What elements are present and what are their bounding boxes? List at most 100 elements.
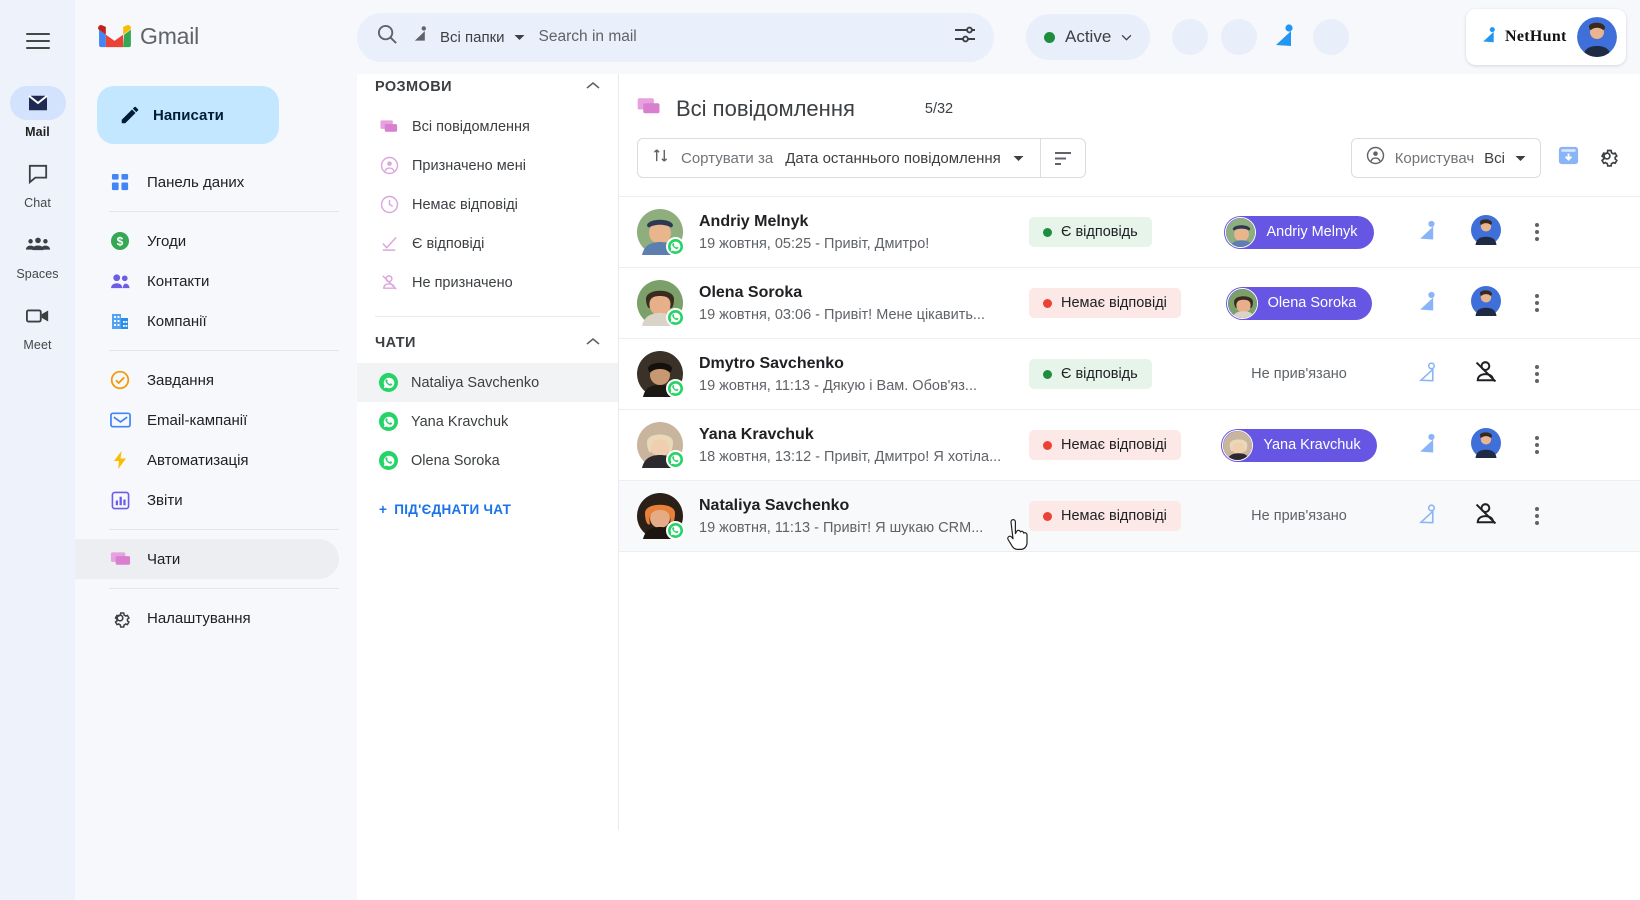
assignee-avatar[interactable] [1471, 214, 1501, 250]
crm-item-has-reply[interactable]: Є відповіді [357, 224, 618, 263]
unassigned-person-icon[interactable] [1473, 501, 1499, 532]
message-list: Andriy Melnyk 19 жовтня, 05:25 - Привіт,… [619, 196, 1640, 552]
hamburger-icon[interactable] [15, 18, 61, 64]
unlinked-label: Не прив'язано [1251, 508, 1347, 524]
rail-item-meet[interactable]: Meet [0, 299, 75, 352]
main-header: Всі повідомлення 5/32 [619, 74, 1640, 122]
user-filter-dropdown[interactable]: Користувач Всі [1350, 138, 1541, 178]
sidebar-label-automation: Автоматизація [147, 451, 249, 469]
more-vertical-icon[interactable] [1535, 436, 1539, 454]
nethunt-linked-icon[interactable] [1415, 288, 1441, 319]
search-icon [377, 24, 398, 50]
dashboard-icon [109, 171, 131, 193]
header-placeholder-icon-1[interactable] [1172, 19, 1209, 55]
user-circle-icon [1366, 146, 1385, 170]
tasks-check-icon [109, 369, 131, 391]
crm-label-has-reply: Є відповіді [412, 235, 485, 252]
message-preview: 19 жовтня, 03:06 - Привіт! Мене цікавить… [699, 306, 985, 323]
contact-chip[interactable]: Olena Soroka [1225, 286, 1373, 320]
search-options-icon[interactable] [954, 25, 976, 50]
table-row[interactable]: Nataliya Savchenko 19 жовтня, 11:13 - Пр… [619, 481, 1640, 552]
sidebar-item-reports[interactable]: Звіти [75, 480, 339, 520]
search-folder-selector[interactable]: Всі папки [412, 25, 525, 49]
contact-chip-label: Andriy Melnyk [1266, 224, 1358, 240]
status-badge: Немає відповіді [1029, 288, 1181, 318]
spaces-icon [10, 228, 66, 262]
crm-chat-nataliya-savchenko[interactable]: Nataliya Savchenko [357, 363, 618, 402]
crm-item-all-messages[interactable]: Всі повідомлення [357, 107, 618, 146]
crm-item-no-reply[interactable]: Немає відповіді [357, 185, 618, 224]
crm-section-chats-header[interactable]: ЧАТИ [375, 317, 600, 363]
crm-section-title-conversations: РОЗМОВИ [375, 79, 452, 95]
assignee-avatar[interactable] [1471, 427, 1501, 463]
table-row[interactable]: Yana Kravchuk 18 жовтня, 13:12 - Привіт,… [619, 410, 1640, 481]
sidebar-label-contacts: Контакти [147, 272, 210, 290]
nav-divider-4 [109, 588, 339, 589]
sidebar-item-settings[interactable]: Налаштування [75, 598, 339, 638]
more-vertical-icon[interactable] [1535, 294, 1539, 312]
assignee-avatar[interactable] [1471, 285, 1501, 321]
more-vertical-icon[interactable] [1535, 223, 1539, 241]
table-row[interactable]: Andriy Melnyk 19 жовтня, 05:25 - Привіт,… [619, 197, 1640, 268]
nethunt-linked-icon[interactable] [1415, 430, 1441, 461]
crm-chat-olena-soroka[interactable]: Olena Soroka [357, 441, 618, 480]
crm-label-unassigned: Не призначено [412, 274, 513, 291]
sidebar-item-tasks[interactable]: Завдання [75, 360, 339, 400]
nav-divider-2 [109, 350, 339, 351]
table-row[interactable]: Olena Soroka 19 жовтня, 03:06 - Привіт! … [619, 268, 1640, 339]
gmail-brand[interactable]: Gmail [75, 0, 357, 72]
archive-download-icon[interactable] [1557, 144, 1580, 172]
sort-descending-icon[interactable] [1041, 139, 1085, 177]
status-badge[interactable]: Active [1026, 14, 1151, 60]
status-badge: Немає відповіді [1029, 430, 1181, 460]
app-root: Mail Chat Spaces Meet Gmail Написати Пан… [0, 0, 1640, 900]
rail-item-chat[interactable]: Chat [0, 157, 75, 210]
status-label: Немає відповіді [1061, 295, 1167, 311]
sidebar-item-deals[interactable]: $ Угоди [75, 221, 339, 261]
crm-chat-yana-kravchuk[interactable]: Yana Kravchuk [357, 402, 618, 441]
nethunt-unlinked-icon[interactable] [1415, 359, 1441, 390]
compose-button[interactable]: Написати [97, 86, 279, 144]
unassigned-person-icon[interactable] [1473, 359, 1499, 390]
status-dot-icon [1043, 298, 1052, 308]
header-placeholder-icon-2[interactable] [1221, 19, 1258, 55]
sidebar-item-contacts[interactable]: Контакти [75, 261, 339, 301]
all-messages-icon-title [637, 97, 662, 122]
nethunt-linked-icon[interactable] [1415, 217, 1441, 248]
status-column: Немає відповіді [1029, 501, 1199, 531]
search-folder-label: Всі папки [440, 28, 505, 46]
crm-item-assigned-to-me[interactable]: Призначено мені [357, 146, 618, 185]
status-label: Є відповідь [1061, 224, 1138, 240]
chevron-up-icon-chats[interactable] [586, 337, 600, 349]
table-row[interactable]: Dmytro Savchenko 19 жовтня, 11:13 - Дяку… [619, 339, 1640, 410]
sidebar-item-chats[interactable]: Чати [75, 539, 339, 579]
connect-chat-button[interactable]: + ПІД'ЄДНАТИ ЧАТ [375, 480, 600, 517]
sidebar-item-automation[interactable]: Автоматизація [75, 440, 339, 480]
search-input[interactable]: Всі папки Search in mail [357, 12, 994, 62]
avatar[interactable] [1577, 17, 1617, 57]
nethunt-logo-icon[interactable] [1270, 20, 1300, 55]
sidebar-item-dashboard[interactable]: Панель даних [75, 162, 339, 202]
gear-icon[interactable] [1596, 145, 1618, 172]
contact-chip[interactable]: Yana Kravchuk [1221, 428, 1377, 462]
crm-item-unassigned[interactable]: Не призначено [357, 263, 618, 302]
message-preview: 19 жовтня, 11:13 - Привіт! Я шукаю CRM..… [699, 519, 984, 536]
sidebar-item-email-campaigns[interactable]: Email-кампанії [75, 400, 339, 440]
gmail-nav: Gmail Написати Панель даних $ Угоди Конт… [75, 0, 357, 900]
more-vertical-icon[interactable] [1535, 507, 1539, 525]
status-dot-icon [1043, 369, 1052, 379]
header-placeholder-icon-3[interactable] [1313, 19, 1350, 55]
sort-dropdown[interactable]: Сортувати за Дата останнього повідомленн… [638, 139, 1040, 177]
rail-item-mail[interactable]: Mail [0, 86, 75, 139]
rail-item-spaces[interactable]: Spaces [0, 228, 75, 281]
rail-item-list: Mail Chat Spaces Meet [0, 86, 75, 352]
sidebar-item-companies[interactable]: Компанії [75, 301, 339, 341]
status-column: Немає відповіді [1029, 430, 1199, 460]
contact-name: Nataliya Savchenko [699, 496, 850, 514]
contact-chip[interactable]: Andriy Melnyk [1224, 215, 1374, 249]
chevron-up-icon[interactable] [586, 81, 600, 93]
more-vertical-icon[interactable] [1535, 365, 1539, 383]
brand-name: NetHunt [1505, 28, 1567, 45]
nethunt-unlinked-icon[interactable] [1415, 501, 1441, 532]
brand-account-box[interactable]: NetHunt [1466, 9, 1626, 65]
